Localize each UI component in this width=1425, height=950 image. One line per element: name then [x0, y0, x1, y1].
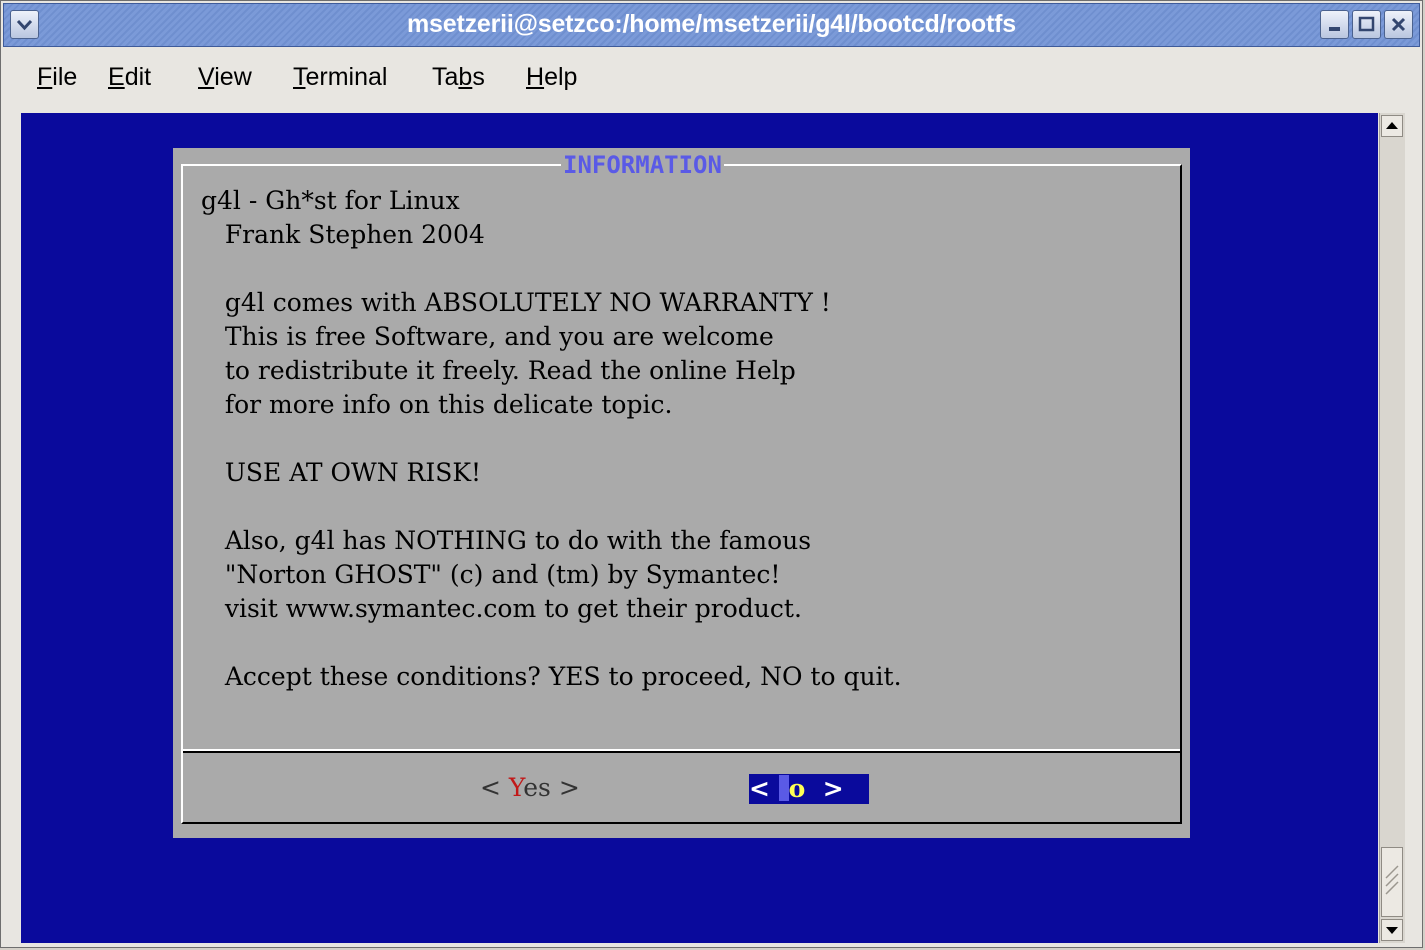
dialog-line: visit www.symantec.com to get their prod… — [201, 594, 802, 623]
arrow-down-icon — [1386, 927, 1398, 934]
dialog-line: Accept these conditions? YES to proceed,… — [201, 662, 902, 691]
menu-tabs[interactable]: Tabs — [432, 63, 485, 92]
close-icon — [1391, 17, 1406, 32]
dialog-title: INFORMATION — [561, 151, 724, 179]
dialog-separator — [183, 749, 1180, 753]
menu-help[interactable]: Help — [526, 63, 577, 92]
arrow-up-icon — [1386, 122, 1398, 129]
terminal-area[interactable]: INFORMATION g4l - Gh*st for Linux Frank … — [21, 113, 1378, 943]
scroll-thumb[interactable] — [1381, 847, 1403, 917]
minimize-icon — [1329, 27, 1340, 31]
close-button[interactable] — [1384, 10, 1413, 39]
dialog-line: This is free Software, and you are welco… — [201, 322, 774, 351]
dialog-line: to redistribute it freely. Read the onli… — [201, 356, 796, 385]
text-cursor — [778, 775, 789, 801]
menu-view[interactable]: View — [198, 63, 252, 92]
information-dialog: INFORMATION g4l - Gh*st for Linux Frank … — [181, 151, 1182, 824]
no-button[interactable]: < o > — [749, 774, 869, 804]
menu-edit[interactable]: Edit — [108, 63, 151, 92]
terminal-window: msetzerii@setzco:/home/msetzerii/g4l/boo… — [0, 0, 1423, 948]
maximize-icon — [1358, 16, 1375, 32]
dialog-line: "Norton GHOST" (c) and (tm) by Symantec! — [201, 560, 781, 589]
grip-icon — [1385, 865, 1399, 895]
scroll-up-button[interactable] — [1381, 115, 1403, 137]
title-bar[interactable]: msetzerii@setzco:/home/msetzerii/g4l/boo… — [3, 3, 1420, 47]
vertical-scrollbar[interactable] — [1379, 113, 1405, 943]
window-title: msetzerii@setzco:/home/msetzerii/g4l/boo… — [407, 10, 1016, 38]
dialog-line: g4l comes with ABSOLUTELY NO WARRANTY ! — [201, 288, 831, 317]
dialog-line: for more info on this delicate topic. — [201, 390, 673, 419]
scroll-down-button[interactable] — [1381, 919, 1403, 941]
menu-bar: File Edit View Terminal Tabs Help — [3, 49, 1420, 109]
dialog-line: g4l - Gh*st for Linux — [201, 186, 460, 215]
minimize-button[interactable] — [1320, 10, 1349, 39]
dialog-line: USE AT OWN RISK! — [201, 458, 482, 487]
dialog-line: Also, g4l has NOTHING to do with the fam… — [201, 526, 812, 555]
menu-terminal[interactable]: Terminal — [293, 63, 387, 92]
dialog-line: Frank Stephen 2004 — [201, 220, 485, 249]
yes-button[interactable]: < Yes > — [480, 773, 580, 803]
maximize-button[interactable] — [1352, 10, 1381, 39]
menu-file[interactable]: File — [37, 63, 77, 92]
